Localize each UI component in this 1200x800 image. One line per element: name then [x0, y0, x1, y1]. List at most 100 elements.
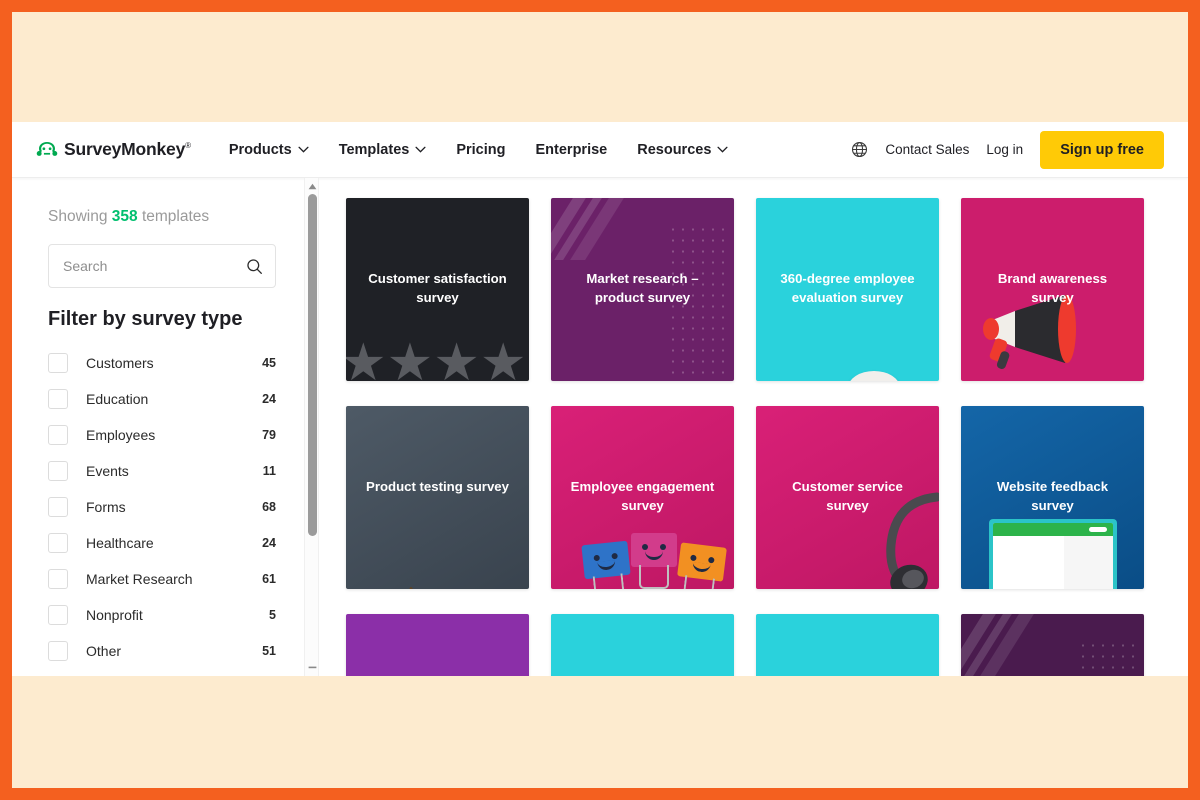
template-title: Customer service survey [792, 479, 903, 513]
template-card-row3-3[interactable] [756, 614, 939, 676]
stripes-dots-artwork [961, 614, 1144, 676]
filter-item-customers[interactable]: Customers 45 [48, 345, 276, 381]
logo-wordmark: SurveyMonkey® [64, 139, 191, 159]
filter-count-healthcare: 24 [262, 536, 276, 550]
globe-icon[interactable] [851, 141, 868, 158]
smiley-clip-icon [581, 540, 631, 589]
filter-item-forms[interactable]: Forms 68 [48, 489, 276, 525]
chevron-down-icon [308, 666, 317, 669]
scrollbar-thumb[interactable] [308, 194, 317, 536]
search-input[interactable] [63, 258, 246, 274]
star-icon: ★ [346, 333, 387, 381]
checkbox-other[interactable] [48, 641, 68, 661]
filter-label-healthcare: Healthcare [86, 535, 154, 551]
template-card-market-research-product[interactable]: Market research – product survey [551, 198, 734, 381]
nav-label-products: Products [228, 141, 292, 158]
filter-count-market-research: 61 [262, 572, 276, 586]
nav-item-products[interactable]: Products [229, 142, 309, 158]
filter-item-employees[interactable]: Employees 79 [48, 417, 276, 453]
filter-count-events: 11 [262, 464, 276, 478]
template-count-value: 358 [111, 208, 138, 225]
template-grid: ★ ★ ★ ★ ★ Customer satisfaction survey [346, 198, 1158, 676]
search-box[interactable] [48, 244, 276, 288]
nav-item-templates[interactable]: Templates [339, 142, 427, 158]
showing-suffix: templates [141, 208, 210, 225]
filter-count-other: 51 [262, 644, 276, 658]
scrollbar-up-arrow[interactable] [305, 180, 320, 193]
template-title: 360-degree employee evaluation survey [780, 271, 915, 305]
filter-item-market-research[interactable]: Market Research 61 [48, 561, 276, 597]
filter-label-other: Other [86, 643, 122, 659]
main-nav-links: Products Templates Pricing Enterprise Re… [229, 142, 729, 158]
nav-item-resources[interactable]: Resources [637, 142, 728, 158]
contact-sales-link[interactable]: Contact Sales [885, 142, 969, 157]
checkbox-nonprofit[interactable] [48, 605, 68, 625]
template-card-product-testing[interactable]: Product testing survey [346, 406, 529, 589]
template-card-360-degree-employee-evaluation[interactable]: 360-degree employee evaluation survey [756, 198, 939, 381]
filter-label-customers: Customers [86, 355, 154, 371]
template-card-customer-service[interactable]: Customer service survey [756, 406, 939, 589]
monkey-logo-icon [36, 141, 58, 156]
nav-label-enterprise: Enterprise [535, 141, 608, 158]
smiley-clip-icon [677, 542, 727, 589]
filter-item-other[interactable]: Other 51 [48, 633, 276, 669]
checkbox-employees[interactable] [48, 425, 68, 445]
nav-item-pricing[interactable]: Pricing [456, 142, 505, 158]
template-card-website-feedback[interactable]: Website feedback survey [961, 406, 1144, 589]
nav-label-resources: Resources [637, 141, 712, 158]
filter-count-customers: 45 [262, 356, 276, 370]
filter-item-nonprofit[interactable]: Nonprofit 5 [48, 597, 276, 633]
page-frame: SurveyMonkey® Products Templates Pricing… [12, 12, 1188, 788]
filter-sidebar: Showing 358 templates Filter by survey t… [12, 178, 302, 676]
template-card-customer-satisfaction[interactable]: ★ ★ ★ ★ ★ Customer satisfaction survey [346, 198, 529, 381]
chevron-up-icon [308, 183, 317, 190]
star-icon: ★ [479, 333, 527, 381]
template-card-employee-engagement[interactable]: Employee engagement survey [551, 406, 734, 589]
template-card-row3-4[interactable] [961, 614, 1144, 676]
app-viewport: SurveyMonkey® Products Templates Pricing… [12, 122, 1188, 676]
search-icon[interactable] [246, 258, 263, 275]
page-scrollbar[interactable] [304, 178, 319, 676]
filter-item-education[interactable]: Education 24 [48, 381, 276, 417]
scrollbar-down-arrow[interactable] [305, 661, 320, 674]
filter-list: Customers 45 Education 24 Employees 79 E… [48, 345, 276, 669]
filter-item-healthcare[interactable]: Healthcare 24 [48, 525, 276, 561]
chevron-down-icon [298, 146, 309, 153]
checkbox-forms[interactable] [48, 497, 68, 517]
surveymonkey-logo[interactable]: SurveyMonkey® [36, 139, 191, 160]
template-card-row3-2[interactable] [551, 614, 734, 676]
showing-templates-count: Showing 358 templates [48, 208, 276, 226]
chevron-down-icon [717, 146, 728, 153]
checkbox-healthcare[interactable] [48, 533, 68, 553]
filter-count-employees: 79 [262, 428, 276, 442]
nav-right-actions: Contact Sales Log in Sign up free [851, 130, 1164, 169]
filter-label-market-research: Market Research [86, 571, 193, 587]
log-in-link[interactable]: Log in [986, 142, 1023, 157]
template-card-brand-awareness[interactable]: Brand awareness survey [961, 198, 1144, 381]
filter-section-title: Filter by survey type [48, 308, 243, 330]
checkbox-market-research[interactable] [48, 569, 68, 589]
checkbox-events[interactable] [48, 461, 68, 481]
filter-count-forms: 68 [262, 500, 276, 514]
fruit-artwork [346, 406, 529, 589]
top-navigation-bar: SurveyMonkey® Products Templates Pricing… [12, 122, 1188, 178]
chevron-down-icon [415, 146, 426, 153]
template-title: Brand awareness survey [997, 271, 1108, 305]
template-grid-area: ★ ★ ★ ★ ★ Customer satisfaction survey [302, 178, 1188, 676]
nav-item-enterprise[interactable]: Enterprise [536, 142, 608, 158]
template-title: Product testing survey [366, 479, 509, 494]
filter-label-forms: Forms [86, 499, 126, 515]
checkbox-education[interactable] [48, 389, 68, 409]
filter-item-events[interactable]: Events 11 [48, 453, 276, 489]
filter-count-education: 24 [262, 392, 276, 406]
star-icon: ★ [386, 333, 434, 381]
template-title: Employee engagement survey [570, 479, 715, 513]
star-icon: ★ [527, 337, 530, 381]
template-title: Market research – product survey [586, 271, 699, 305]
sign-up-free-button[interactable]: Sign up free [1040, 130, 1164, 169]
nav-label-templates: Templates [338, 141, 410, 158]
checkbox-customers[interactable] [48, 353, 68, 373]
template-card-row3-1[interactable] [346, 614, 529, 676]
content-area: Showing 358 templates Filter by survey t… [12, 178, 1188, 676]
star-icon: ★ [433, 333, 480, 381]
